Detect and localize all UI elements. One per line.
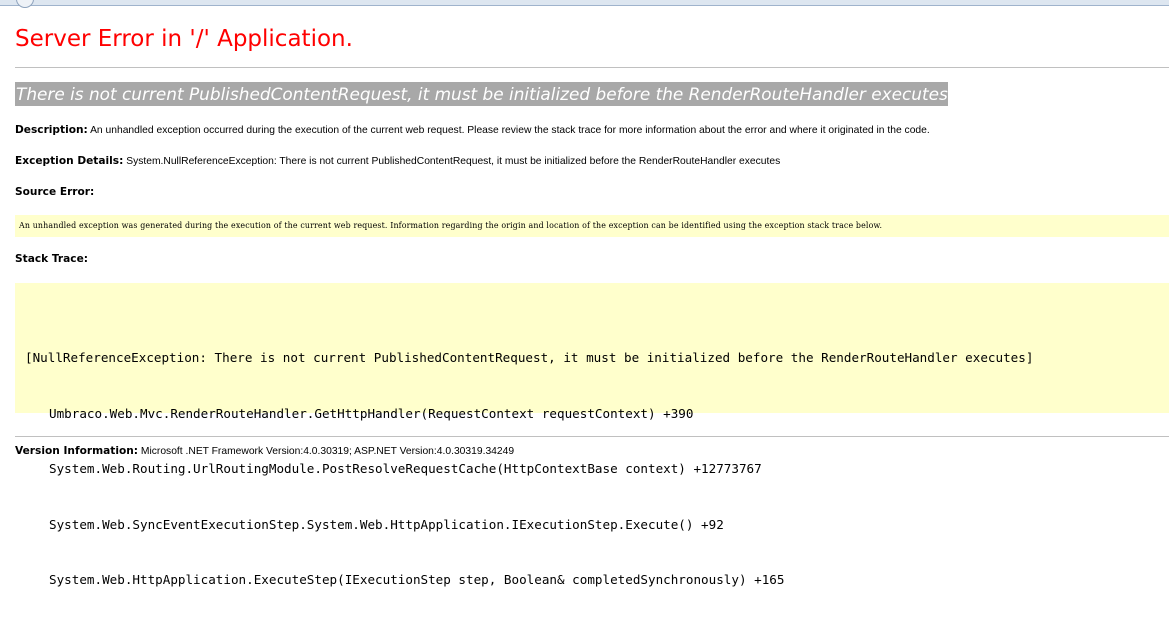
stack-trace-content: [NullReferenceException: There is not cu… — [25, 312, 1033, 627]
stack-frame: System.Web.HttpApplication.ExecuteStep(I… — [49, 572, 785, 587]
description-line: Description: An unhandled exception occu… — [15, 124, 930, 136]
version-information-text: Microsoft .NET Framework Version:4.0.303… — [140, 446, 515, 457]
stack-trace-label: Stack Trace: — [15, 253, 88, 265]
source-error-box: An unhandled exception was generated dur… — [15, 215, 1169, 237]
page-title: Server Error in '/' Application. — [15, 26, 353, 52]
description-label: Description: — [15, 124, 88, 136]
source-error-label: Source Error: — [15, 186, 95, 198]
exception-details-label: Exception Details: — [15, 155, 124, 167]
divider-bottom — [15, 436, 1169, 437]
stack-frame: System.Web.SyncEventExecutionStep.System… — [49, 516, 724, 532]
exception-details-text: System.NullReferenceException: There is … — [126, 156, 781, 167]
stack-frame: System.Web.Routing.UrlRoutingModule.Post… — [49, 461, 762, 476]
toolbar-button-circle-icon[interactable] — [16, 0, 34, 8]
version-information-line: Version Information: Microsoft .NET Fram… — [15, 445, 514, 457]
divider-top — [15, 67, 1169, 68]
version-information-label: Version Information: — [15, 445, 139, 457]
exception-details-line: Exception Details: System.NullReferenceE… — [15, 155, 780, 167]
error-heading: There is not current PublishedContentReq… — [15, 82, 948, 106]
stack-trace-header: [NullReferenceException: There is not cu… — [25, 350, 1034, 365]
description-text: An unhandled exception occurred during t… — [90, 125, 930, 136]
stack-frame: Umbraco.Web.Mvc.RenderRouteHandler.GetHt… — [49, 405, 694, 421]
browser-toolbar-edge — [0, 0, 1169, 8]
source-error-text: An unhandled exception was generated dur… — [19, 221, 883, 230]
stack-trace-box: [NullReferenceException: There is not cu… — [15, 283, 1169, 587]
